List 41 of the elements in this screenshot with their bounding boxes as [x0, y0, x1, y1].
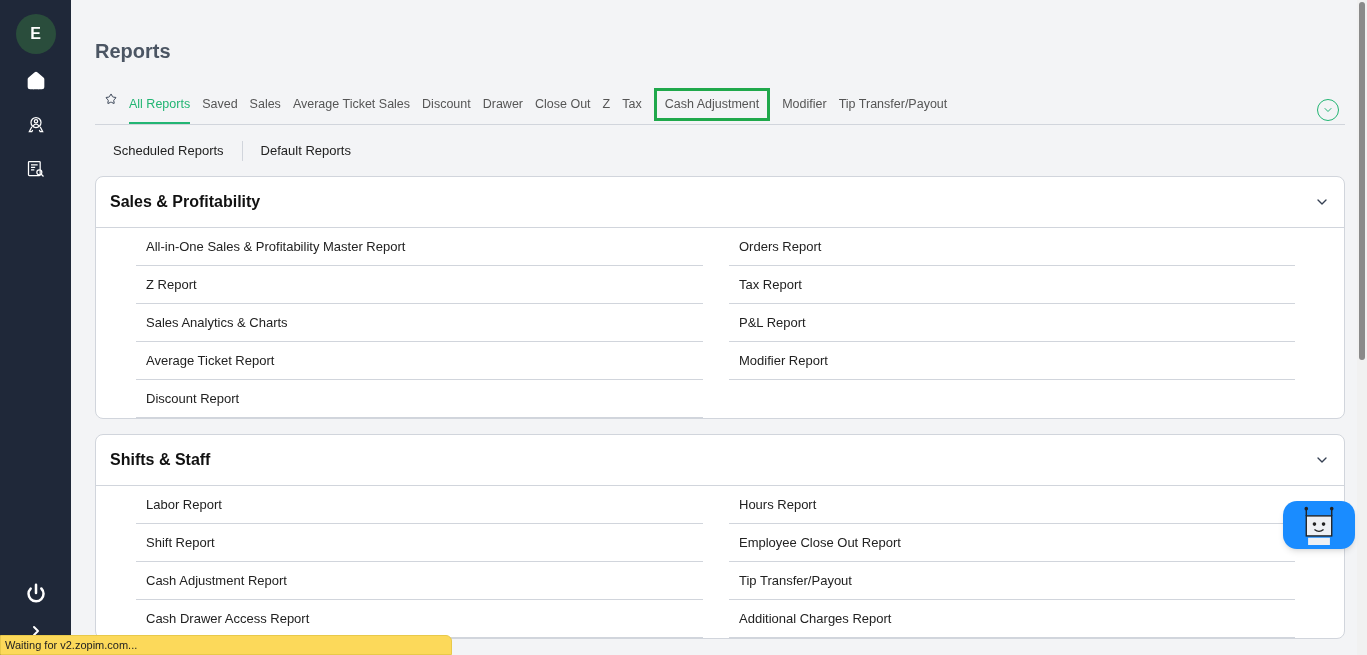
report-link[interactable]: Modifier Report: [739, 350, 828, 370]
report-link[interactable]: Discount Report: [146, 388, 240, 408]
report-tab[interactable]: Close Out: [535, 88, 591, 124]
report-link[interactable]: Shift Report: [146, 532, 215, 552]
report-link[interactable]: Tip Transfer/Payout: [739, 570, 852, 590]
report-link[interactable]: Average Ticket Report: [146, 350, 275, 370]
report-link[interactable]: Orders Report: [739, 236, 822, 256]
report-link[interactable]: Hours Report: [739, 494, 817, 514]
report-tab[interactable]: Sales: [249, 88, 281, 124]
report-tab[interactable]: Cash Adjustment: [653, 88, 771, 121]
report-tab[interactable]: Tax: [622, 88, 642, 124]
report-tab[interactable]: Z: [602, 88, 611, 124]
power-icon[interactable]: [25, 583, 46, 603]
report-tab[interactable]: Saved: [202, 88, 238, 124]
report-tab[interactable]: Discount: [422, 88, 471, 124]
scrollbar[interactable]: [1357, 0, 1367, 655]
report-link[interactable]: Cash Drawer Access Report: [146, 608, 310, 628]
section-title: Sales & Profitability: [110, 191, 261, 212]
report-tab[interactable]: Average Ticket Sales: [292, 88, 411, 124]
report-link[interactable]: Employee Close Out Report: [739, 532, 901, 552]
report-search-icon[interactable]: [25, 159, 46, 179]
sub-link[interactable]: Scheduled Reports: [113, 141, 224, 161]
section-title: Shifts & Staff: [110, 449, 211, 470]
report-tab[interactable]: Modifier: [782, 88, 827, 124]
status-text: Waiting for v2.zopim.com...: [5, 637, 138, 653]
report-link[interactable]: All-in-One Sales & Profitability Master Report: [146, 236, 406, 256]
report-link[interactable]: Sales Analytics & Charts: [146, 312, 288, 332]
report-link[interactable]: Z Report: [146, 274, 197, 294]
report-link[interactable]: Tax Report: [739, 274, 802, 294]
chat-bot-button[interactable]: [1283, 501, 1355, 549]
sub-link[interactable]: Default Reports: [260, 141, 351, 161]
report-link[interactable]: Additional Charges Report: [739, 608, 892, 628]
report-link[interactable]: Labor Report: [146, 494, 222, 514]
home-icon[interactable]: [25, 71, 46, 91]
page-title: Reports: [95, 39, 172, 64]
report-tab[interactable]: Drawer: [482, 88, 523, 124]
user-avatar[interactable]: E: [15, 14, 56, 54]
report-link[interactable]: P&L Report: [739, 312, 806, 332]
report-link[interactable]: Cash Adjustment Report: [146, 570, 287, 590]
star-icon[interactable]: [105, 92, 117, 105]
report-tab[interactable]: Tip Transfer/Payout: [838, 88, 948, 124]
